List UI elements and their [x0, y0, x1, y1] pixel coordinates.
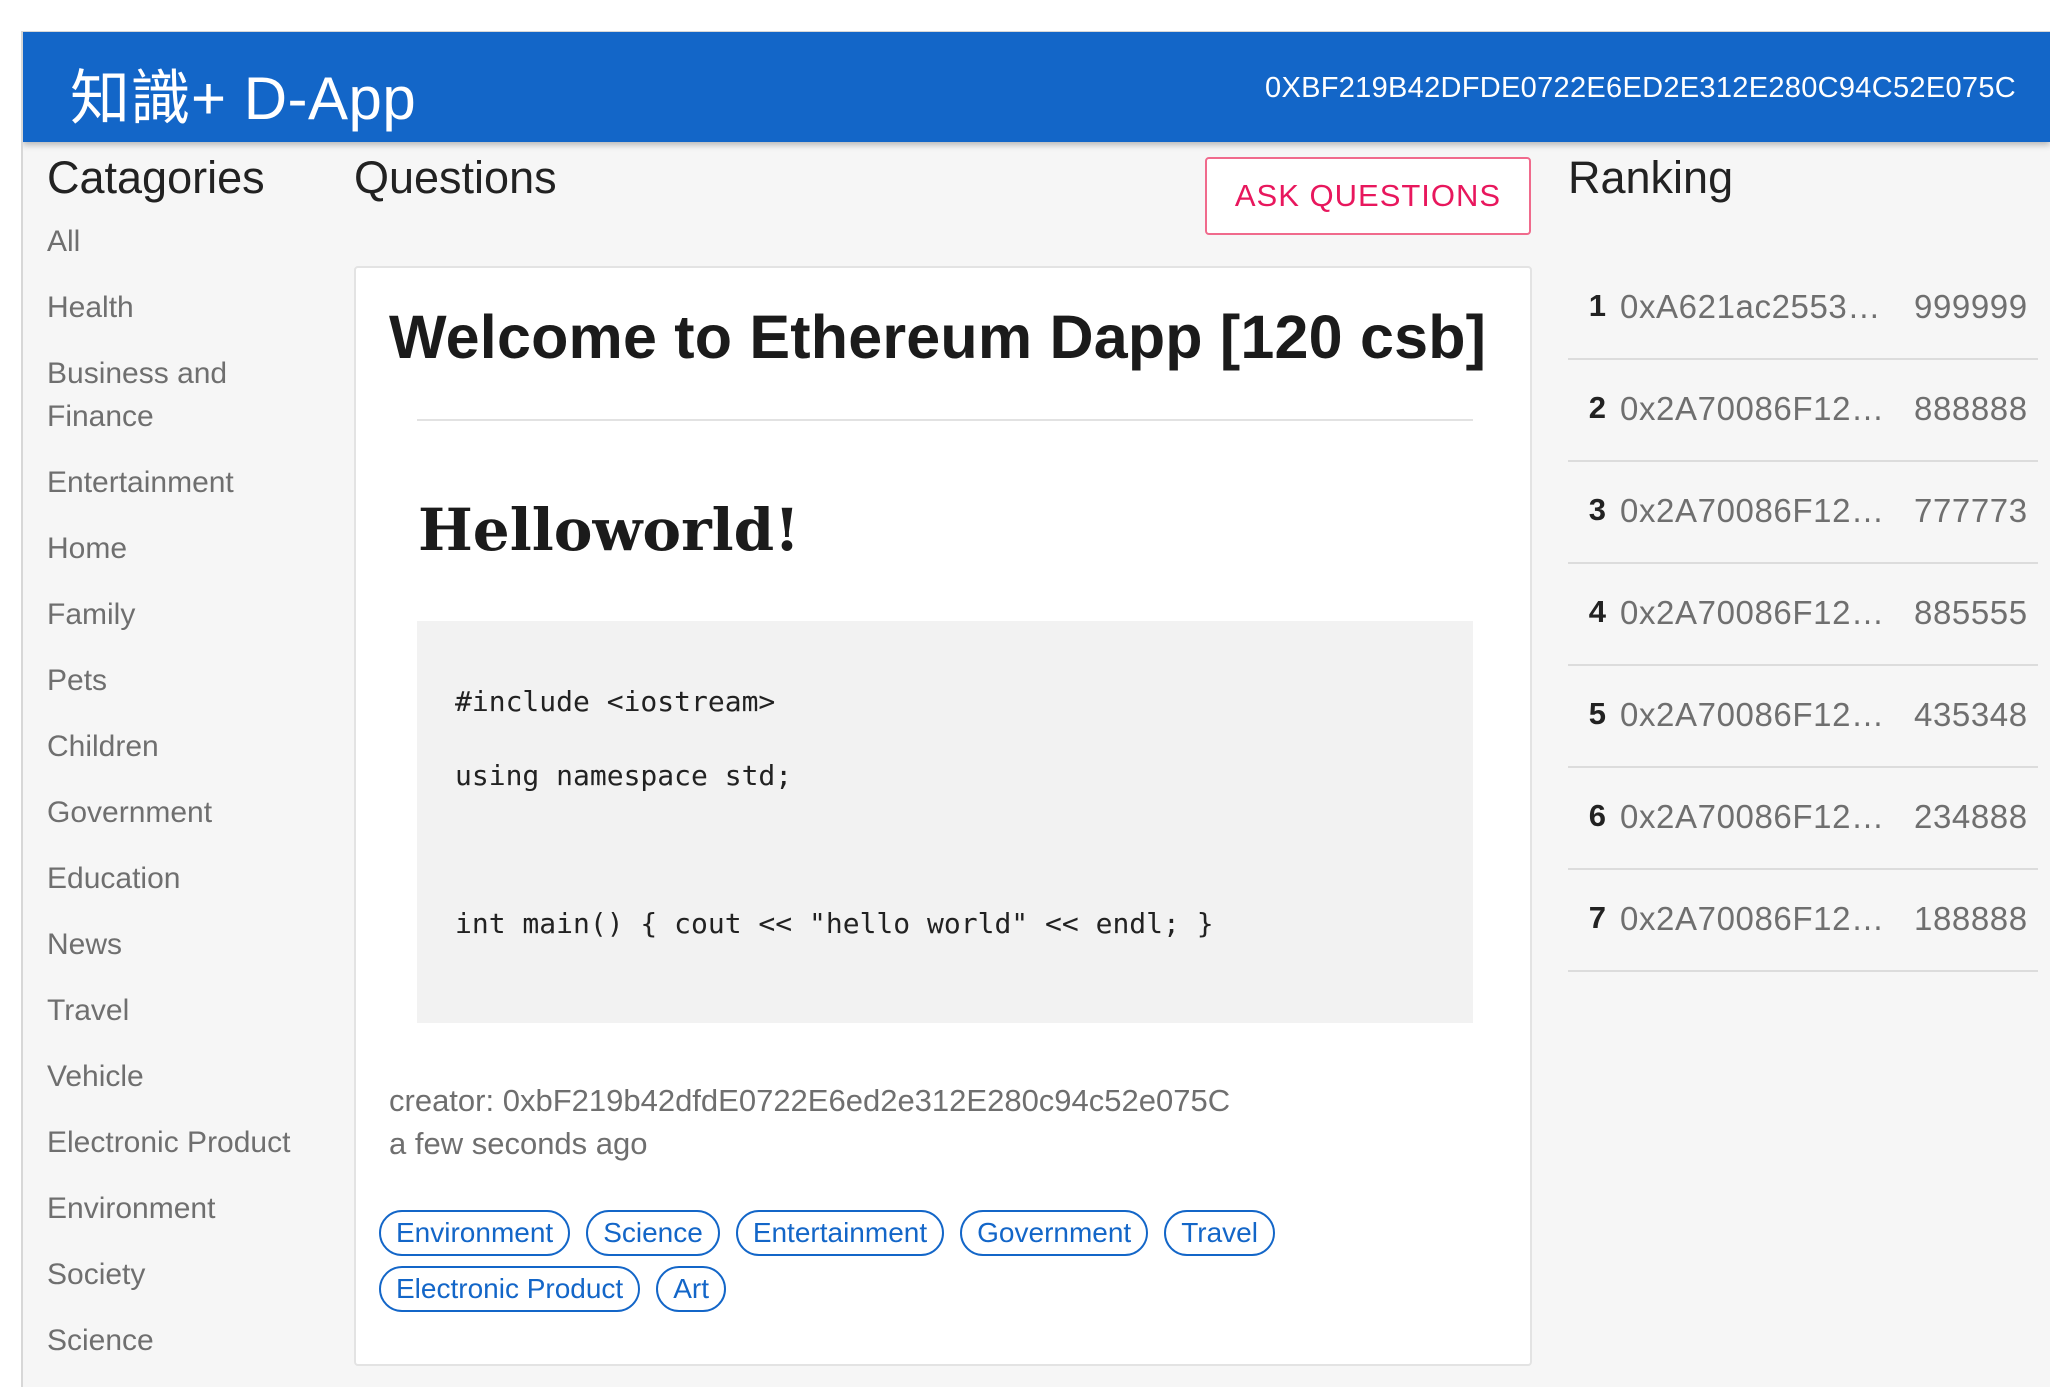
category-item-children[interactable]: Children	[47, 725, 317, 768]
rank-number: 6	[1588, 798, 1606, 833]
ranking-row[interactable]: 3 0x2A70086F12… 777773	[1568, 462, 2038, 564]
tag-science[interactable]: Science	[586, 1210, 720, 1256]
app-bar: 知識+ D-App 0XBF219B42DFDE0722E6ED2E312E28…	[23, 32, 2050, 142]
rank-address: 0x2A70086F12…	[1620, 798, 1885, 835]
category-item-science[interactable]: Science	[47, 1319, 317, 1362]
category-item-electronic-product[interactable]: Electronic Product	[47, 1121, 317, 1164]
question-body-heading: Helloworld!	[418, 496, 800, 564]
ranking-row[interactable]: 2 0x2A70086F12… 888888	[1568, 360, 2038, 462]
rank-number: 3	[1588, 492, 1606, 527]
rank-number: 4	[1588, 594, 1606, 629]
code-line: using namespace std;	[455, 759, 793, 792]
app-title[interactable]: 知識+ D-App	[70, 50, 416, 137]
question-creator: creator: 0xbF219b42dfdE0722E6ed2e312E280…	[389, 1083, 1231, 1118]
rank-score: 999999	[1914, 288, 2028, 325]
category-item-health[interactable]: Health	[47, 286, 317, 329]
category-item-education[interactable]: Education	[47, 857, 317, 900]
code-line: #include <iostream>	[455, 685, 776, 718]
account-address: 0XBF219B42DFDE0722E6ED2E312E280C94C52E07…	[1265, 72, 2016, 104]
category-item-business-and-finance[interactable]: Business and Finance	[47, 352, 317, 438]
category-item-pets[interactable]: Pets	[47, 659, 317, 702]
rank-number: 5	[1588, 696, 1606, 731]
rank-number: 1	[1588, 288, 1606, 323]
ranking-heading: Ranking	[1568, 152, 1734, 203]
tag-art[interactable]: Art	[656, 1266, 726, 1312]
rank-score: 777773	[1914, 492, 2028, 529]
ranking-row[interactable]: 5 0x2A70086F12… 435348	[1568, 666, 2038, 768]
tag-entertainment[interactable]: Entertainment	[735, 1210, 945, 1256]
tag-electronic-product[interactable]: Electronic Product	[379, 1266, 641, 1312]
tag-government[interactable]: Government	[960, 1210, 1149, 1256]
category-item-travel[interactable]: Travel	[47, 989, 317, 1032]
category-item-home[interactable]: Home	[47, 527, 317, 570]
category-item-government[interactable]: Government	[47, 791, 317, 834]
category-item-all[interactable]: All	[47, 220, 317, 263]
question-tags: Environment Science Entertainment Govern…	[379, 1210, 1379, 1312]
tag-environment[interactable]: Environment	[379, 1210, 571, 1256]
rank-address: 0xA621ac2553…	[1620, 288, 1881, 325]
category-list: All Health Business and Finance Entertai…	[47, 220, 327, 1362]
category-item-news[interactable]: News	[47, 923, 317, 966]
question-title: Welcome to Ethereum Dapp [120 csb]	[389, 303, 1487, 371]
rank-address: 0x2A70086F12…	[1620, 594, 1885, 631]
question-timestamp: a few seconds ago	[389, 1126, 648, 1161]
category-item-vehicle[interactable]: Vehicle	[47, 1055, 317, 1098]
ranking-row[interactable]: 7 0x2A70086F12… 188888	[1568, 870, 2038, 972]
rank-score: 885555	[1914, 594, 2028, 631]
rank-score: 188888	[1914, 900, 2028, 937]
question-divider	[417, 419, 1473, 421]
question-card[interactable]: Welcome to Ethereum Dapp [120 csb] Hello…	[354, 266, 1532, 1366]
rank-score: 888888	[1914, 390, 2028, 427]
code-block: #include <iostream> using namespace std;…	[417, 621, 1473, 1023]
rank-address: 0x2A70086F12…	[1620, 492, 1885, 529]
categories-heading: Catagories	[47, 152, 265, 203]
rank-number: 2	[1588, 390, 1606, 425]
rank-score: 435348	[1914, 696, 2028, 733]
ask-questions-button[interactable]: ASK QUESTIONS	[1205, 157, 1531, 235]
ranking-row[interactable]: 4 0x2A70086F12… 885555	[1568, 564, 2038, 666]
ranking-row[interactable]: 6 0x2A70086F12… 234888	[1568, 768, 2038, 870]
category-item-environment[interactable]: Environment	[47, 1187, 317, 1230]
category-item-society[interactable]: Society	[47, 1253, 317, 1296]
categories-sidebar: Catagories All Health Business and Finan…	[47, 152, 327, 1385]
ranking-row[interactable]: 1 0xA621ac2553… 999999	[1568, 258, 2038, 360]
code-line: int main() { cout << "hello world" << en…	[455, 907, 1214, 940]
tag-travel[interactable]: Travel	[1164, 1210, 1275, 1256]
rank-score: 234888	[1914, 798, 2028, 835]
rank-number: 7	[1588, 900, 1606, 935]
category-item-family[interactable]: Family	[47, 593, 317, 636]
category-item-entertainment[interactable]: Entertainment	[47, 461, 317, 504]
rank-address: 0x2A70086F12…	[1620, 390, 1885, 427]
rank-address: 0x2A70086F12…	[1620, 900, 1885, 937]
ranking-list: 1 0xA621ac2553… 999999 2 0x2A70086F12… 8…	[1568, 258, 2038, 972]
rank-address: 0x2A70086F12…	[1620, 696, 1885, 733]
